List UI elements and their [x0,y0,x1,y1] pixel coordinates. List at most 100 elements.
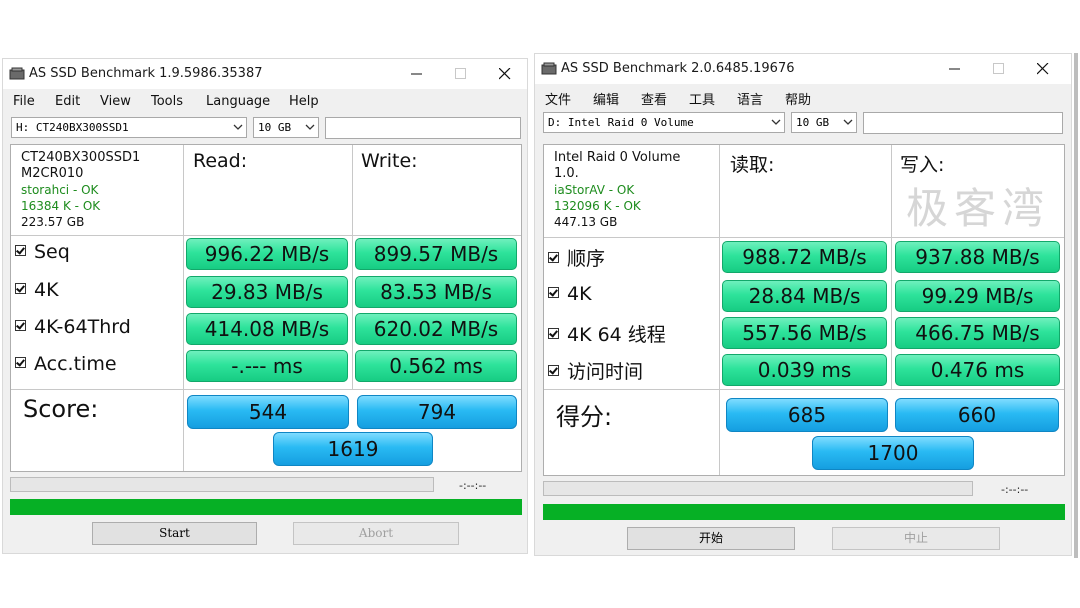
menu-tools[interactable]: Tools [151,94,183,109]
score-total: 1619 [273,432,433,466]
menu-language[interactable]: 语言 [737,89,763,108]
test-4k-64[interactable]: 4K-64Thrd [15,316,131,338]
menu-file[interactable]: File [13,94,35,109]
checkbox-icon[interactable] [15,320,26,331]
size-select-value: 10 GB [796,116,830,129]
test-4k-64[interactable]: 4K 64 线程 [548,320,666,347]
title-bar[interactable]: AS SSD Benchmark 2.0.6485.19676 [535,54,1071,84]
acc-write-result: 0.476 ms [895,354,1060,386]
results-panel: CT240BX300SSD1 M2CR010 storahci - OK 163… [10,144,522,472]
start-button[interactable]: 开始 [627,527,795,550]
start-button[interactable]: Start [92,522,257,545]
progress-bar [10,477,434,492]
alignment-status: 16384 K - OK [21,199,101,213]
drive-select-value: H: CT240BX300SSD1 [16,121,129,134]
test-acc-time[interactable]: 访问时间 [548,357,643,384]
menu-language[interactable]: Language [206,94,270,109]
menu-file[interactable]: 文件 [545,89,571,108]
checkbox-icon[interactable] [548,365,559,376]
title-bar[interactable]: AS SSD Benchmark 1.9.5986.35387 [3,59,527,89]
test-label: Seq [34,241,70,263]
benchmark-window-right: AS SSD Benchmark 2.0.6485.19676 文件 编辑 查看… [534,53,1072,556]
alignment-status: 132096 K - OK [554,199,641,213]
maximize-button[interactable] [977,54,1021,84]
checkbox-icon[interactable] [15,357,26,368]
test-4k[interactable]: 4K [548,283,592,305]
window-title: AS SSD Benchmark 2.0.6485.19676 [561,61,795,76]
test-4k[interactable]: 4K [15,279,59,301]
seq-write-result: 937.88 MB/s [895,241,1060,273]
checkbox-icon[interactable] [548,287,559,298]
status-textbox[interactable] [863,112,1063,134]
progress-bar [543,481,973,496]
maximize-button[interactable] [439,59,483,89]
chevron-down-icon [771,119,781,125]
menu-help[interactable]: Help [289,94,319,109]
4k-read-result: 29.83 MB/s [186,276,348,308]
watermark: 极客湾 [906,184,1051,233]
checkbox-icon[interactable] [15,245,26,256]
4k64-read-result: 414.08 MB/s [186,313,348,345]
score-write: 660 [895,398,1059,432]
abort-button[interactable]: 中止 [832,527,1000,550]
test-seq[interactable]: 顺序 [548,244,605,271]
menu-view[interactable]: 查看 [641,89,667,108]
close-button[interactable] [483,59,527,89]
menu-bar: File Edit View Tools Language Help [3,91,527,113]
4k64-read-result: 557.56 MB/s [722,317,887,349]
menu-bar: 文件 编辑 查看 工具 语言 帮助 [535,86,1071,108]
score-read: 685 [726,398,888,432]
chevron-down-icon [843,119,853,125]
drive-select[interactable]: D: Intel Raid 0 Volume [543,112,785,133]
overall-progress-bar [543,504,1065,520]
minimize-button[interactable] [395,59,439,89]
test-label: 访问时间 [567,361,644,383]
acc-read-result: -.--- ms [186,350,348,382]
chevron-down-icon [233,124,243,130]
size-select-value: 10 GB [258,121,292,134]
minimize-button[interactable] [933,54,977,84]
close-icon [499,68,511,80]
maximize-icon [455,68,466,79]
write-header: 写入: [900,154,945,176]
menu-edit[interactable]: Edit [55,94,80,109]
app-icon [541,62,557,75]
test-acc-time[interactable]: Acc.time [15,353,117,375]
seq-write-result: 899.57 MB/s [355,238,517,270]
abort-button[interactable]: Abort [293,522,459,545]
test-seq[interactable]: Seq [15,241,70,263]
menu-tools[interactable]: 工具 [689,89,715,108]
results-panel: Intel Raid 0 Volume 1.0. iaStorAV - OK 1… [543,144,1065,476]
checkbox-icon[interactable] [15,283,26,294]
drive-select[interactable]: H: CT240BX300SSD1 [11,117,247,138]
4k-write-result: 99.29 MB/s [895,280,1060,312]
score-write: 794 [357,395,517,429]
4k64-write-result: 620.02 MB/s [355,313,517,345]
size-select[interactable]: 10 GB [791,112,857,133]
drive-firmware: 1.0. [554,166,579,181]
close-button[interactable] [1021,54,1065,84]
menu-view[interactable]: View [100,94,131,109]
chevron-down-icon [305,124,315,130]
close-icon [1037,63,1049,75]
size-select[interactable]: 10 GB [253,117,319,138]
minimize-icon [411,73,422,75]
divider [1074,53,1078,558]
acc-read-result: 0.039 ms [722,354,887,386]
checkbox-icon[interactable] [548,252,559,263]
window-title: AS SSD Benchmark 1.9.5986.35387 [29,66,263,81]
drive-info: Intel Raid 0 Volume 1.0. iaStorAV - OK 1… [554,150,680,230]
test-label: 4K-64Thrd [34,316,131,338]
checkbox-icon[interactable] [548,328,559,339]
minimize-icon [949,68,960,70]
menu-help[interactable]: 帮助 [785,89,811,108]
status-textbox[interactable] [325,117,521,139]
drive-model: CT240BX300SSD1 [21,150,141,165]
4k-read-result: 28.84 MB/s [722,280,887,312]
test-label: 4K [567,283,592,305]
drive-info: CT240BX300SSD1 M2CR010 storahci - OK 163… [21,150,140,230]
score-read: 544 [187,395,349,429]
score-total: 1700 [812,436,974,470]
4k-write-result: 83.53 MB/s [355,276,517,308]
menu-edit[interactable]: 编辑 [593,89,619,108]
